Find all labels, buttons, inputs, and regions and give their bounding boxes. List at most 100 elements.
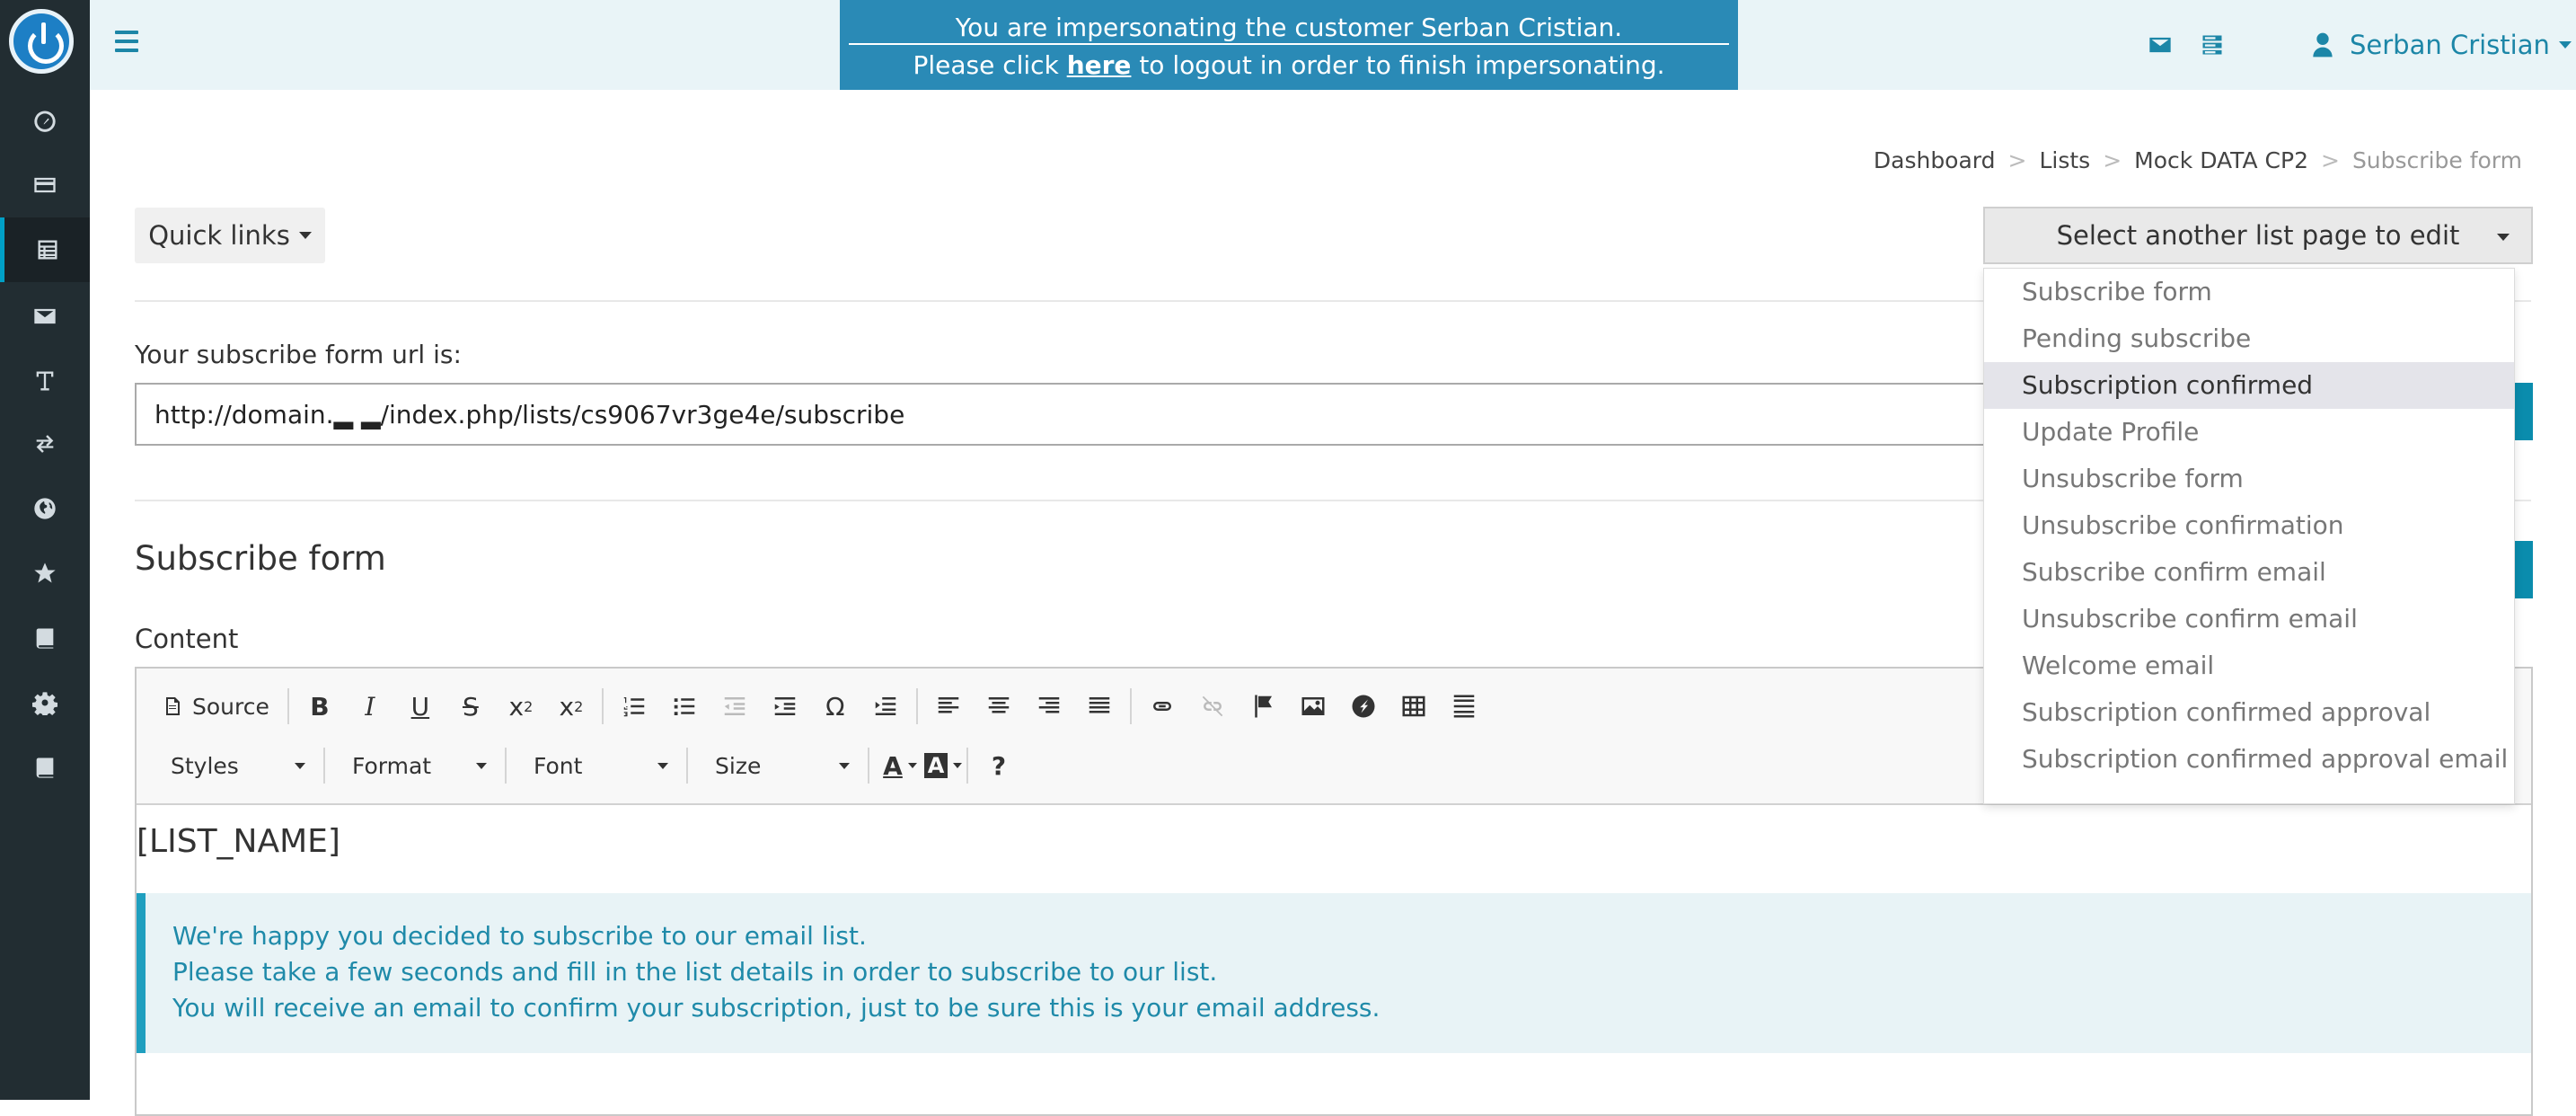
book-icon [36,757,54,778]
sidebar-item-lists[interactable] [0,217,90,282]
align-left-icon [938,697,959,713]
list-page-select[interactable]: Select another list page to edit [1983,207,2533,264]
horizontal-rule-button[interactable] [1444,686,1484,726]
table-icon [1402,695,1425,717]
special-char-button[interactable]: Ω [816,686,855,726]
numbered-list-icon [623,697,645,717]
text-color-icon: A [883,750,903,781]
sidebar-item-docs[interactable] [0,606,90,670]
top-header: You are impersonating the customer Serba… [90,0,2576,90]
breadcrumb-lists[interactable]: Lists [2039,147,2090,173]
breadcrumb-current: Subscribe form [2351,147,2522,173]
sidebar-item-transfer[interactable] [0,412,90,476]
format-select[interactable]: Format [336,746,498,785]
align-center-icon [988,697,1010,713]
option-subscribe-form[interactable]: Subscribe form [1984,269,2514,315]
bullet-list-button[interactable] [665,686,704,726]
sidebar-item-articles[interactable] [0,735,90,800]
option-unsubscribe-confirmation[interactable]: Unsubscribe confirmation [1984,502,2514,549]
styles-select[interactable]: Styles [154,746,316,785]
size-select[interactable]: Size [699,746,860,785]
option-update-profile[interactable]: Update Profile [1984,409,2514,456]
sidebar-item-templates[interactable] [0,349,90,413]
underline-button[interactable]: U [401,686,440,726]
option-unsubscribe-form[interactable]: Unsubscribe form [1984,456,2514,502]
help-button[interactable]: ? [979,746,1019,785]
block-indent-button[interactable] [866,686,905,726]
exchange-icon [36,435,54,453]
indent-button[interactable] [765,686,805,726]
user-icon [2313,32,2333,58]
italic-button[interactable]: I [350,686,390,726]
dashboard-icon [34,111,56,132]
superscript-button[interactable]: x2 [551,686,591,726]
sidebar-item-billing[interactable] [0,153,90,217]
sidebar-item-favorites[interactable] [0,541,90,606]
chevron-down-icon [298,232,312,239]
chevron-down-icon [2558,41,2572,49]
numbered-list-button[interactable] [614,686,654,726]
quick-links-button[interactable]: Quick links [135,208,325,263]
server-button[interactable] [2199,32,2226,58]
impersonation-logout-link[interactable]: here [1067,50,1132,80]
sidebar [0,0,90,1100]
align-center-button[interactable] [979,686,1019,726]
option-subscription-confirmed-approval[interactable]: Subscription confirmed approval [1984,689,2514,736]
impersonation-message: You are impersonating the customer Serba… [955,13,1623,42]
image-icon [1301,697,1325,715]
link-button[interactable] [1142,686,1182,726]
align-left-button[interactable] [929,686,968,726]
text-color-button[interactable]: A [880,746,920,785]
option-unsubscribe-confirm-email[interactable]: Unsubscribe confirm email [1984,596,2514,642]
strikethrough-button[interactable]: S [451,686,490,726]
bullet-list-icon [674,698,695,715]
sidebar-item-domains[interactable] [0,476,90,541]
sidebar-item-dashboard[interactable] [0,88,90,153]
sidebar-item-campaigns[interactable] [0,284,90,349]
outdent-button[interactable] [715,686,754,726]
background-color-button[interactable]: A [923,746,963,785]
section-action-button[interactable] [2513,541,2533,598]
option-welcome-email[interactable]: Welcome email [1984,642,2514,689]
envelope-icon [2149,37,2171,53]
breadcrumb-list[interactable]: Mock DATA CP2 [2134,147,2308,173]
table-button[interactable] [1394,686,1434,726]
info-callout: We're happy you decided to subscribe to … [137,893,2531,1053]
user-name: Serban Cristian [2350,30,2550,60]
document-icon [166,697,180,715]
font-select[interactable]: Font [517,746,679,785]
chevron-down-icon [839,762,850,769]
option-subscribe-confirm-email[interactable]: Subscribe confirm email [1984,549,2514,596]
option-subscription-confirmed[interactable]: Subscription confirmed [1984,362,2514,409]
star-icon [34,562,56,583]
option-subscription-confirmed-approval-email[interactable]: Subscription confirmed approval email [1984,736,2514,783]
sidebar-item-settings[interactable] [0,670,90,735]
messages-button[interactable] [2147,32,2174,58]
source-button[interactable]: Source [154,686,277,726]
app-logo-icon[interactable] [9,9,74,74]
server-icon [2202,35,2222,55]
option-pending-subscribe[interactable]: Pending subscribe [1984,315,2514,362]
horizontal-rule-icon [1453,695,1475,718]
chevron-down-icon [2497,234,2510,241]
bold-button[interactable]: B [300,686,340,726]
image-button[interactable] [1293,686,1333,726]
align-right-button[interactable] [1029,686,1069,726]
anchor-button[interactable] [1243,686,1283,726]
unlink-button[interactable] [1193,686,1232,726]
book-icon [36,628,54,649]
flash-button[interactable] [1344,686,1383,726]
copy-url-button[interactable] [2513,383,2533,440]
page-title: Subscribe form [135,539,386,578]
justify-button[interactable] [1080,686,1119,726]
menu-toggle-icon[interactable] [115,31,138,58]
chevron-down-icon [657,762,668,769]
breadcrumb-dashboard[interactable]: Dashboard [1874,147,1996,173]
user-menu[interactable]: Serban Cristian [2308,27,2572,63]
outdent-icon [724,697,745,715]
subscribe-url-field[interactable]: http://domain.▂ ▂/index.php/lists/cs9067… [135,383,1985,446]
background-color-icon: A [923,753,948,778]
breadcrumb: Dashboard > Lists > Mock DATA CP2 > Subs… [1873,147,2522,173]
subscript-button[interactable]: x2 [501,686,541,726]
align-right-icon [1038,697,1060,713]
